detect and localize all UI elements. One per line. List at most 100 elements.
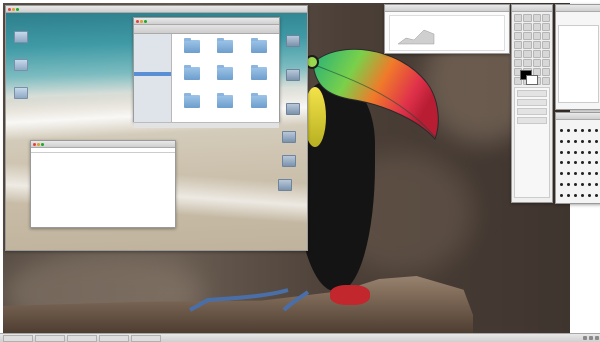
brush-preset[interactable]: [580, 182, 584, 186]
drive-icon[interactable]: [14, 87, 28, 99]
brush-preset[interactable]: [566, 161, 570, 165]
tool-button[interactable]: [523, 14, 532, 22]
zoom-icon[interactable]: [144, 19, 147, 23]
brush-preset[interactable]: [573, 140, 577, 144]
brush-preset[interactable]: [587, 150, 591, 154]
minimize-icon[interactable]: [12, 7, 15, 11]
brush-preset[interactable]: [587, 140, 591, 144]
titlebar[interactable]: [556, 113, 600, 120]
tool-button[interactable]: [541, 14, 550, 22]
zoom-icon[interactable]: [41, 142, 44, 146]
brush-preset[interactable]: [559, 182, 563, 186]
brush-preset[interactable]: [559, 172, 563, 176]
tool-button[interactable]: [514, 32, 523, 40]
brush-preset[interactable]: [580, 193, 584, 197]
titlebar[interactable]: [31, 141, 175, 148]
tool-button[interactable]: [532, 41, 541, 49]
folder-item[interactable]: [210, 65, 242, 92]
minimize-icon[interactable]: [37, 142, 40, 146]
brush-preset[interactable]: [580, 129, 584, 133]
tool-button[interactable]: [523, 50, 532, 58]
toolbox-window[interactable]: [511, 4, 553, 203]
folder-item[interactable]: [243, 38, 275, 65]
brush-preset[interactable]: [573, 182, 577, 186]
option-row[interactable]: [517, 117, 547, 124]
brush-preset[interactable]: [573, 161, 577, 165]
document-icon[interactable]: [282, 131, 296, 143]
tool-button[interactable]: [514, 59, 523, 67]
tool-button[interactable]: [541, 59, 550, 67]
tool-button[interactable]: [541, 50, 550, 58]
brush-preset[interactable]: [559, 193, 563, 197]
brush-preset[interactable]: [580, 140, 584, 144]
titlebar[interactable]: [512, 5, 552, 12]
tool-button[interactable]: [541, 77, 550, 85]
clock-icon[interactable]: [595, 336, 599, 340]
taskbar-button[interactable]: [131, 334, 161, 342]
table-row[interactable]: [31, 213, 175, 217]
brush-preset[interactable]: [594, 150, 598, 154]
taskbar-button[interactable]: [99, 334, 129, 342]
tool-button[interactable]: [532, 50, 541, 58]
option-row[interactable]: [517, 90, 547, 97]
titlebar[interactable]: [6, 6, 307, 13]
table-window[interactable]: [30, 140, 176, 228]
taskbar-button[interactable]: [35, 334, 65, 342]
zoom-icon[interactable]: [16, 7, 19, 11]
brush-preset[interactable]: [594, 129, 598, 133]
brush-preset[interactable]: [580, 172, 584, 176]
folder-item[interactable]: [176, 38, 208, 65]
brush-preset[interactable]: [580, 161, 584, 165]
tool-button[interactable]: [523, 32, 532, 40]
tool-button[interactable]: [514, 14, 523, 22]
brush-preset[interactable]: [566, 193, 570, 197]
taskbar-button[interactable]: [3, 334, 33, 342]
brush-preset[interactable]: [580, 150, 584, 154]
background-color-swatch[interactable]: [526, 75, 538, 85]
brush-preset[interactable]: [573, 150, 577, 154]
tool-button[interactable]: [532, 59, 541, 67]
tool-button[interactable]: [523, 59, 532, 67]
brush-preset[interactable]: [566, 150, 570, 154]
brush-preset[interactable]: [587, 161, 591, 165]
folder-item[interactable]: [243, 92, 275, 120]
drive-icon[interactable]: [14, 31, 28, 43]
brush-preset[interactable]: [587, 172, 591, 176]
tool-button[interactable]: [523, 41, 532, 49]
tool-button[interactable]: [541, 68, 550, 76]
brush-preset[interactable]: [559, 129, 563, 133]
tool-button[interactable]: [514, 50, 523, 58]
brush-preset[interactable]: [594, 161, 598, 165]
brush-preset[interactable]: [587, 193, 591, 197]
titlebar[interactable]: [134, 18, 279, 25]
tool-button[interactable]: [532, 23, 541, 31]
tool-button[interactable]: [523, 23, 532, 31]
brush-preset[interactable]: [566, 172, 570, 176]
brush-preset[interactable]: [573, 193, 577, 197]
document-icon[interactable]: [286, 69, 300, 81]
volume-icon[interactable]: [589, 336, 593, 340]
brush-preset[interactable]: [566, 129, 570, 133]
folder-item[interactable]: [176, 65, 208, 92]
brushes-window[interactable]: [555, 112, 600, 204]
layers-window[interactable]: [555, 4, 600, 110]
brush-preset[interactable]: [594, 182, 598, 186]
minimize-icon[interactable]: [140, 19, 143, 23]
document-icon[interactable]: [282, 155, 296, 167]
document-icon[interactable]: [286, 35, 300, 47]
network-icon[interactable]: [583, 336, 587, 340]
sidebar-item[interactable]: [134, 100, 171, 104]
document-icon[interactable]: [286, 103, 300, 115]
taskbar-button[interactable]: [67, 334, 97, 342]
finder-window[interactable]: [133, 17, 280, 128]
tool-button[interactable]: [532, 32, 541, 40]
brush-preset[interactable]: [566, 140, 570, 144]
close-icon[interactable]: [136, 19, 139, 23]
brush-preset[interactable]: [566, 182, 570, 186]
tool-button[interactable]: [541, 32, 550, 40]
brush-preset[interactable]: [559, 140, 563, 144]
tool-button[interactable]: [532, 14, 541, 22]
option-row[interactable]: [517, 108, 547, 115]
brush-preset[interactable]: [573, 172, 577, 176]
preview-window[interactable]: [384, 4, 510, 54]
